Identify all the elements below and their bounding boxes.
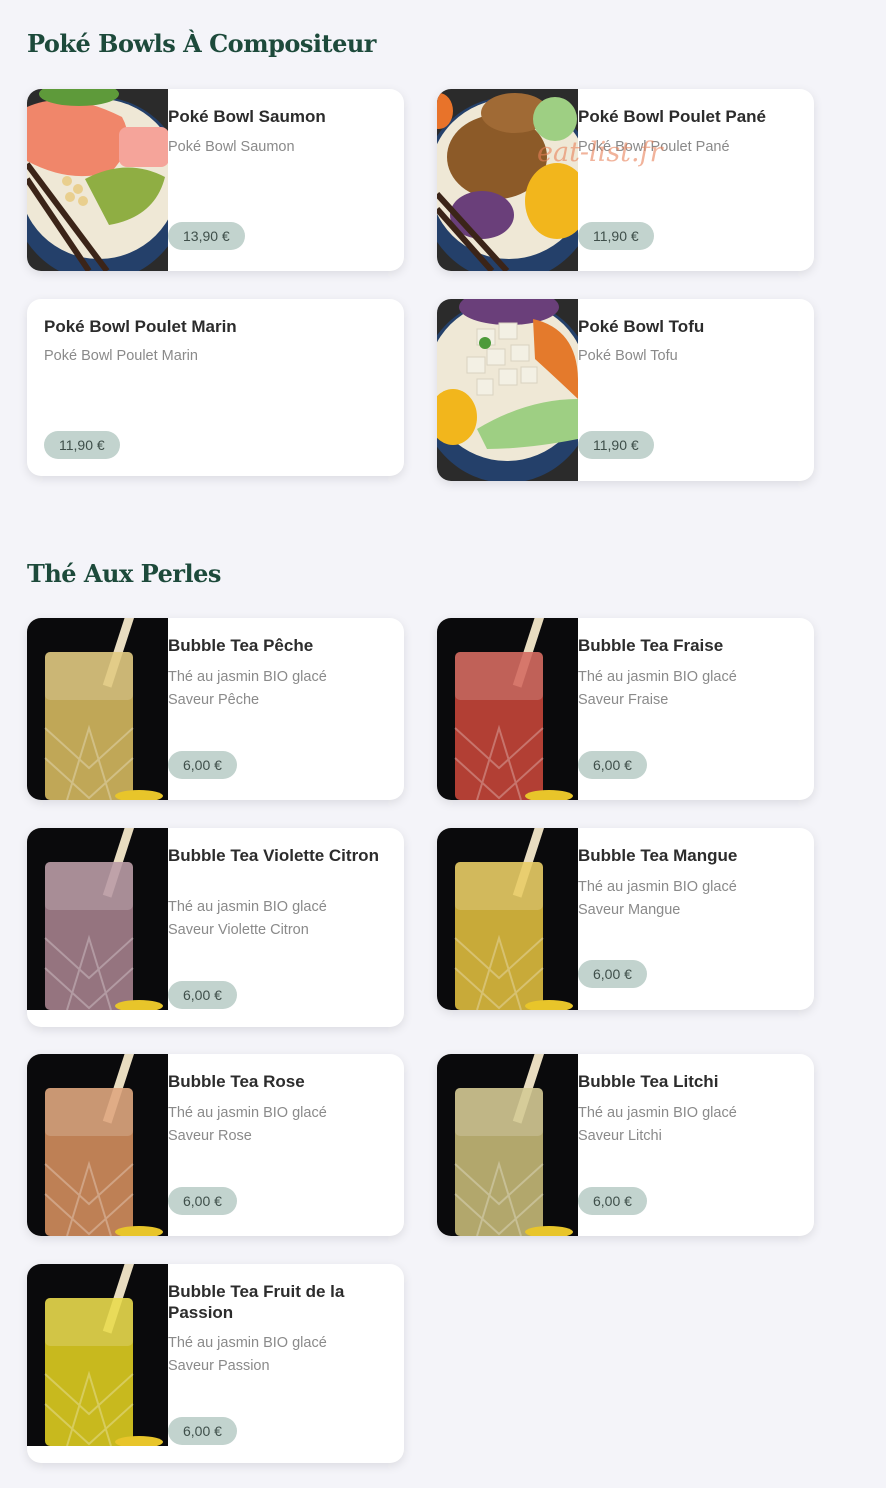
item-flavor: Saveur Pêche xyxy=(168,692,260,708)
item-description: Poké Bowl Tofu xyxy=(578,348,678,364)
mango-bubble-tea-image xyxy=(437,828,578,1010)
rose-bubble-tea-image xyxy=(27,1054,168,1236)
violet-lemon-bubble-tea-image xyxy=(27,828,168,1010)
tofu-poke-bowl-image xyxy=(437,299,578,481)
item-name: Poké Bowl Poulet Marin xyxy=(44,317,237,336)
item-description: Poké Bowl Poulet Marin xyxy=(44,348,198,364)
item-name: Bubble Tea Violette Citron xyxy=(168,846,379,865)
salmon-poke-bowl-image xyxy=(27,89,168,271)
passion-fruit-bubble-tea-image xyxy=(27,1264,168,1446)
price-badge: 6,00 € xyxy=(578,960,647,988)
price-badge: 6,00 € xyxy=(578,1187,647,1215)
price-badge: 11,90 € xyxy=(578,222,654,250)
lychee-bubble-tea-image xyxy=(437,1054,578,1236)
menu-item-card[interactable]: Bubble Tea Fruit de la Passion Thé au ja… xyxy=(27,1264,404,1463)
menu-item-card[interactable]: Bubble Tea Rose Thé au jasmin BIO glacé … xyxy=(27,1054,404,1236)
price-badge: 11,90 € xyxy=(44,431,120,459)
item-description: Thé au jasmin BIO glacé xyxy=(578,879,737,895)
item-description: Thé au jasmin BIO glacé xyxy=(578,669,737,685)
item-name: Bubble Tea Fruit de la Passion xyxy=(168,1282,345,1322)
strawberry-bubble-tea-image xyxy=(437,618,578,800)
price-badge: 6,00 € xyxy=(578,751,647,779)
menu-item-card[interactable]: Poké Bowl Tofu Poké Bowl Tofu 11,90 € xyxy=(437,299,814,481)
item-description: Poké Bowl Saumon xyxy=(168,139,295,155)
watermark-text: eat-list.fr xyxy=(537,137,663,168)
price-badge: 11,90 € xyxy=(578,431,654,459)
price-badge: 6,00 € xyxy=(168,1417,237,1445)
section-title-poke-bowls: Poké Bowls À Compositeur xyxy=(27,29,376,58)
price-badge: 6,00 € xyxy=(168,1187,237,1215)
section-title-bubble-tea: Thé Aux Perles xyxy=(27,559,221,588)
item-name: Bubble Tea Litchi xyxy=(578,1072,719,1091)
item-name: Bubble Tea Mangue xyxy=(578,846,738,865)
menu-item-card[interactable]: Bubble Tea Mangue Thé au jasmin BIO glac… xyxy=(437,828,814,1010)
price-badge: 13,90 € xyxy=(168,222,245,250)
item-name: Bubble Tea Rose xyxy=(168,1072,305,1091)
item-name: Poké Bowl Saumon xyxy=(168,107,326,126)
menu-item-card[interactable]: Poké Bowl Poulet Pané Poké Bowl Poulet P… xyxy=(437,89,814,271)
peach-bubble-tea-image xyxy=(27,618,168,800)
item-description: Thé au jasmin BIO glacé xyxy=(168,669,327,685)
item-flavor: Saveur Rose xyxy=(168,1128,252,1144)
item-flavor: Saveur Passion xyxy=(168,1358,270,1374)
item-name: Bubble Tea Pêche xyxy=(168,636,314,655)
item-description: Thé au jasmin BIO glacé xyxy=(168,899,327,915)
price-badge: 6,00 € xyxy=(168,981,237,1009)
item-name: Bubble Tea Fraise xyxy=(578,636,724,655)
item-description: Thé au jasmin BIO glacé xyxy=(578,1105,737,1121)
breaded-chicken-poke-bowl-image xyxy=(437,89,578,271)
menu-item-card[interactable]: Bubble Tea Violette Citron Thé au jasmin… xyxy=(27,828,404,1027)
item-name: Poké Bowl Tofu xyxy=(578,317,705,336)
item-name: Poké Bowl Poulet Pané xyxy=(578,107,766,126)
menu-item-card[interactable]: Poké Bowl Poulet Marin Poké Bowl Poulet … xyxy=(27,299,404,476)
item-flavor: Saveur Mangue xyxy=(578,902,681,918)
menu-item-card[interactable]: Bubble Tea Pêche Thé au jasmin BIO glacé… xyxy=(27,618,404,800)
item-description: Thé au jasmin BIO glacé xyxy=(168,1105,327,1121)
item-description: Thé au jasmin BIO glacé xyxy=(168,1335,327,1351)
price-badge: 6,00 € xyxy=(168,751,237,779)
item-flavor: Saveur Fraise xyxy=(578,692,669,708)
menu-item-card[interactable]: Bubble Tea Fraise Thé au jasmin BIO glac… xyxy=(437,618,814,800)
item-flavor: Saveur Litchi xyxy=(578,1128,662,1144)
item-flavor: Saveur Violette Citron xyxy=(168,922,309,938)
menu-item-card[interactable]: Bubble Tea Litchi Thé au jasmin BIO glac… xyxy=(437,1054,814,1236)
menu-item-card[interactable]: Poké Bowl Saumon Poké Bowl Saumon 13,90 … xyxy=(27,89,404,271)
